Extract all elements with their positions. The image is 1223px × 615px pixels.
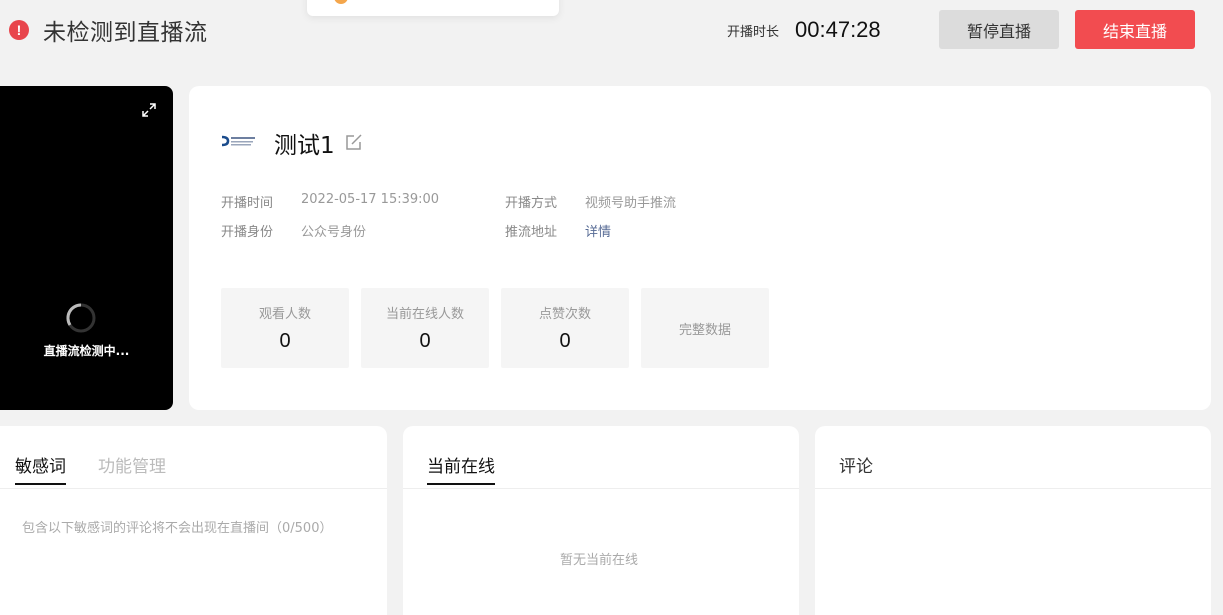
live-duration: 开播时长 00:47:28 [727,14,881,46]
online-users-panel: 当前在线 暂无当前在线 [403,426,799,615]
stat-value: 0 [279,330,291,352]
comments-title: 评论 [839,457,873,477]
push-url-details-link[interactable]: 详情 [585,221,611,240]
stream-status: ! 未检测到直播流 [9,14,208,46]
method-value: 视频号助手推流 [585,196,677,211]
method-label: 开播方式 [505,196,558,211]
comments-panel: 评论 [815,426,1211,615]
end-live-button[interactable]: 结束直播 [1075,10,1195,49]
preview-status-text: 直播流检测中... [43,344,130,358]
sensitive-words-note: 包含以下敏感词的评论将不会出现在直播间（0/500） [22,521,333,536]
fullscreen-icon[interactable] [141,102,157,118]
live-preview: 直播流检测中... [0,86,173,410]
edit-icon[interactable] [344,132,364,152]
toast-notification [307,0,559,16]
stream-status-text: 未检测到直播流 [43,20,208,46]
stat-value: 0 [559,330,571,352]
identity-label: 开播身份 [221,225,274,240]
alert-icon: ! [9,20,29,40]
full-data-label: 完整数据 [678,322,731,338]
loading-spinner-icon [66,303,96,333]
full-data-button[interactable]: 完整数据 [641,288,769,368]
live-title: 测试1 [274,133,335,159]
stat-label: 当前在线人数 [385,307,464,322]
stat-online: 当前在线人数 0 [361,288,489,368]
identity-value: 公众号身份 [301,225,367,240]
stat-label: 观看人数 [258,307,311,322]
tab-feature-management[interactable]: 功能管理 [98,452,166,483]
account-logo [221,135,255,147]
stat-viewers: 观看人数 0 [221,288,349,368]
push-url-label: 推流地址 [505,225,558,240]
stat-likes: 点赞次数 0 [501,288,629,368]
panel-header: 敏感词 功能管理 [0,426,387,489]
tab-online-users[interactable]: 当前在线 [427,452,495,485]
duration-value: 00:47:28 [795,17,881,42]
pause-live-button[interactable]: 暂停直播 [939,10,1059,49]
live-info-card: 测试1 开播时间 2022-05-17 15:39:00 开播身份 公众号身份 … [189,86,1211,410]
stat-value: 0 [419,330,431,352]
start-time-label: 开播时间 [221,196,274,211]
start-time-value: 2022-05-17 15:39:00 [301,192,440,207]
tab-sensitive-words[interactable]: 敏感词 [15,452,66,485]
panel-header: 评论 [815,426,1211,489]
stat-label: 点赞次数 [538,307,591,322]
online-empty-text: 暂无当前在线 [560,553,639,568]
sensitive-words-panel: 敏感词 功能管理 包含以下敏感词的评论将不会出现在直播间（0/500） [0,426,387,615]
warning-icon [334,0,348,4]
duration-label: 开播时长 [727,24,780,40]
panel-header: 当前在线 [403,426,799,489]
